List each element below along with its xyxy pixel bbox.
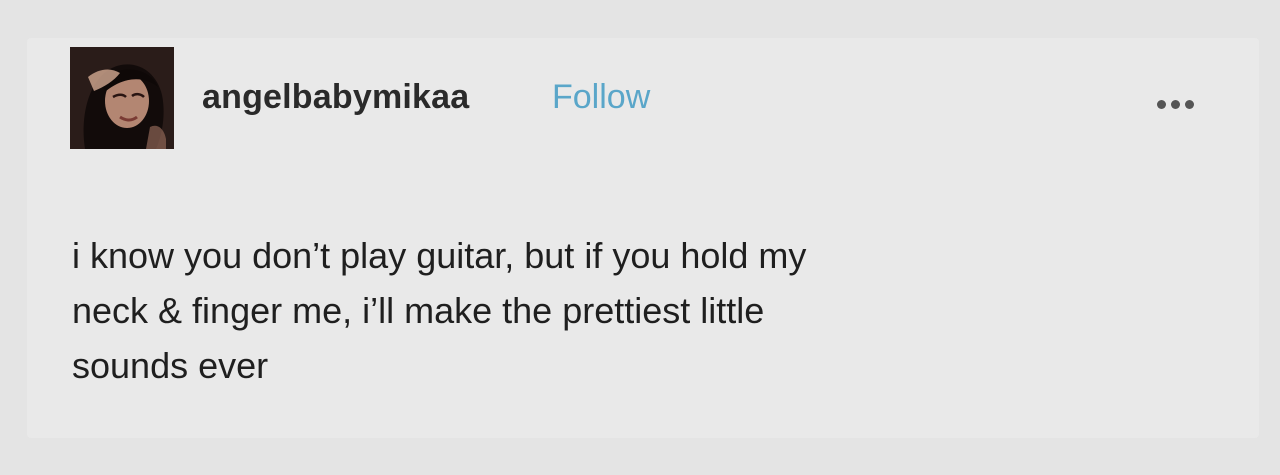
post-text: i know you don’t play guitar, but if you… <box>72 228 1172 393</box>
post-text-line: sounds ever <box>72 345 269 386</box>
avatar[interactable] <box>70 47 174 149</box>
avatar-image <box>70 47 174 149</box>
post-text-line: i know you don’t play guitar, but if you… <box>72 235 807 276</box>
dot-icon <box>1171 100 1180 109</box>
follow-button[interactable]: Follow <box>552 78 650 117</box>
more-horizontal-icon[interactable] <box>1157 96 1217 110</box>
post-text-line: neck & finger me, i’ll make the pretties… <box>72 290 765 331</box>
dot-icon <box>1185 100 1194 109</box>
dot-icon <box>1157 100 1166 109</box>
username-link[interactable]: angelbabymikaa <box>202 78 469 117</box>
post-card: angelbabymikaa Follow i know you don’t p… <box>27 38 1259 438</box>
